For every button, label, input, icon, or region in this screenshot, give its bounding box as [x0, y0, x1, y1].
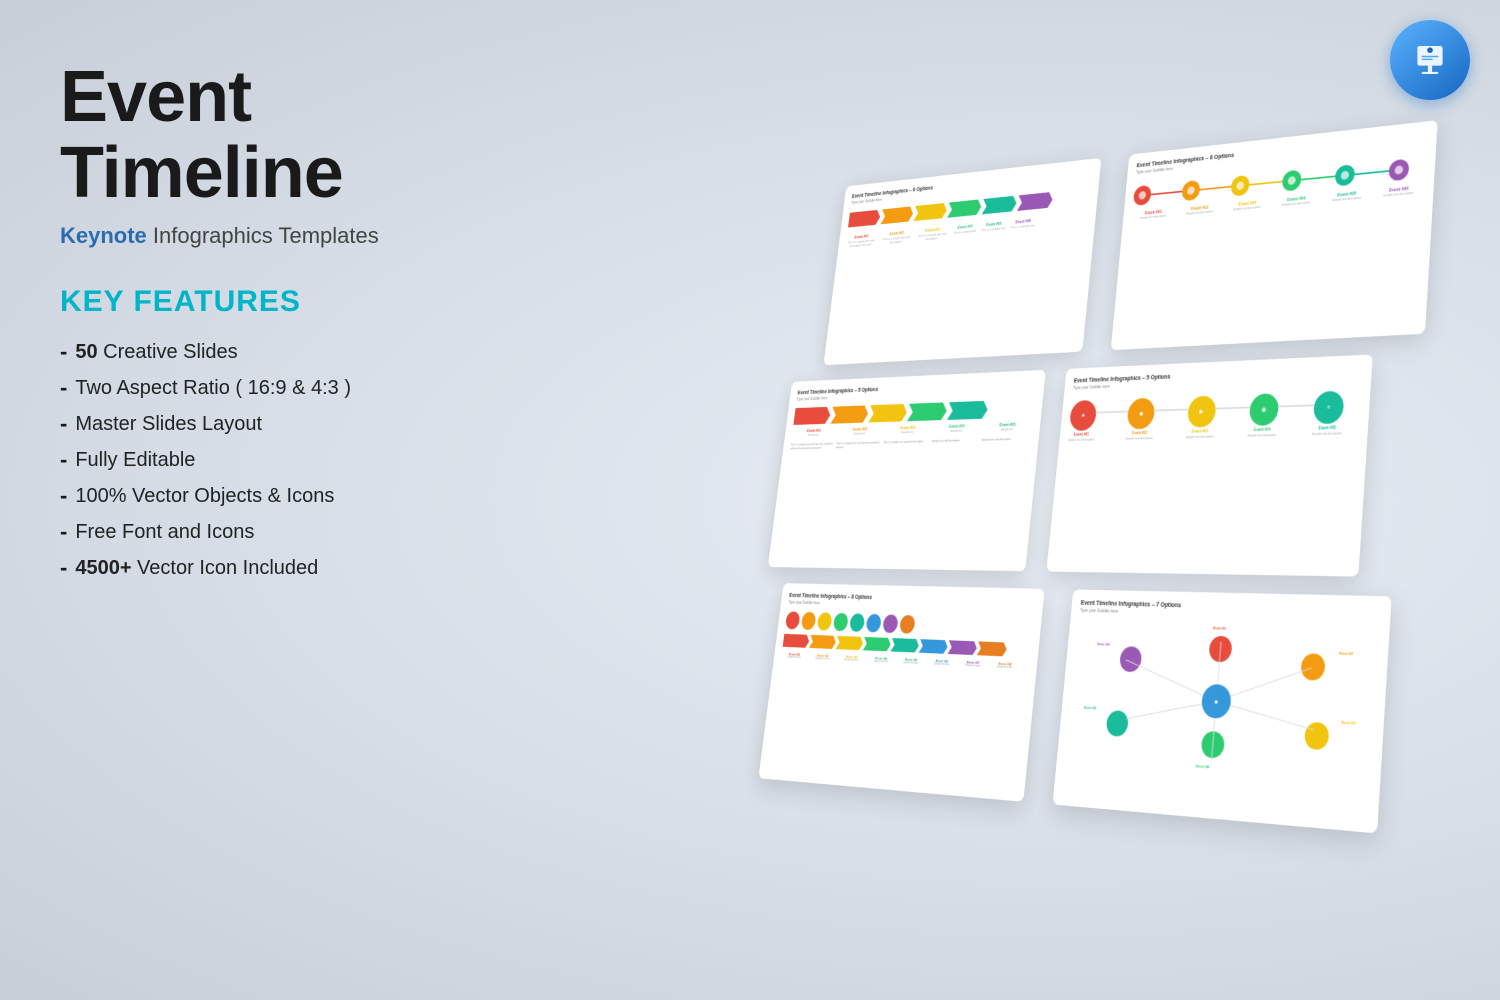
- subtitle-bold: Keynote: [60, 223, 147, 248]
- list-item: - 4500+ Vector Icon Included: [60, 555, 540, 581]
- feature-list: - 50 Creative Slides - Two Aspect Ratio …: [60, 339, 540, 581]
- key-features-title: KEY FEATURES: [60, 285, 540, 319]
- slide-card-3: Event Timeline Infographics – 5 Options …: [768, 370, 1046, 571]
- slide-card-2: Event Timeline Infographics – 6 Options …: [1111, 120, 1438, 350]
- main-title: Event Timeline: [60, 60, 540, 211]
- slides-area: Event Timeline Infographics – 6 Options …: [727, 104, 1500, 977]
- list-item: - 100% Vector Objects & Icons: [60, 483, 540, 509]
- slide-card-4: Event Timeline Infographics – 5 Options …: [1046, 354, 1372, 576]
- left-panel: Event Timeline Keynote Infographics Temp…: [60, 60, 540, 591]
- list-item: - Free Font and Icons: [60, 519, 540, 545]
- slide-card-5: Event Timeline Infographics – 8 Options …: [758, 583, 1044, 802]
- keynote-icon-svg: [1409, 39, 1451, 81]
- subtitle: Keynote Infographics Templates: [60, 223, 540, 249]
- slide-card-6: Event Timeline Infographics – 7 Options …: [1053, 589, 1392, 833]
- subtitle-rest: Infographics Templates: [147, 223, 379, 248]
- list-item: - Fully Editable: [60, 447, 540, 473]
- list-item: - 50 Creative Slides: [60, 339, 540, 365]
- list-item: - Two Aspect Ratio ( 16:9 & 4:3 ): [60, 375, 540, 401]
- keynote-app-icon: [1390, 20, 1470, 100]
- list-item: - Master Slides Layout: [60, 411, 540, 437]
- slide-card-1: Event Timeline Infographics – 6 Options …: [823, 158, 1101, 365]
